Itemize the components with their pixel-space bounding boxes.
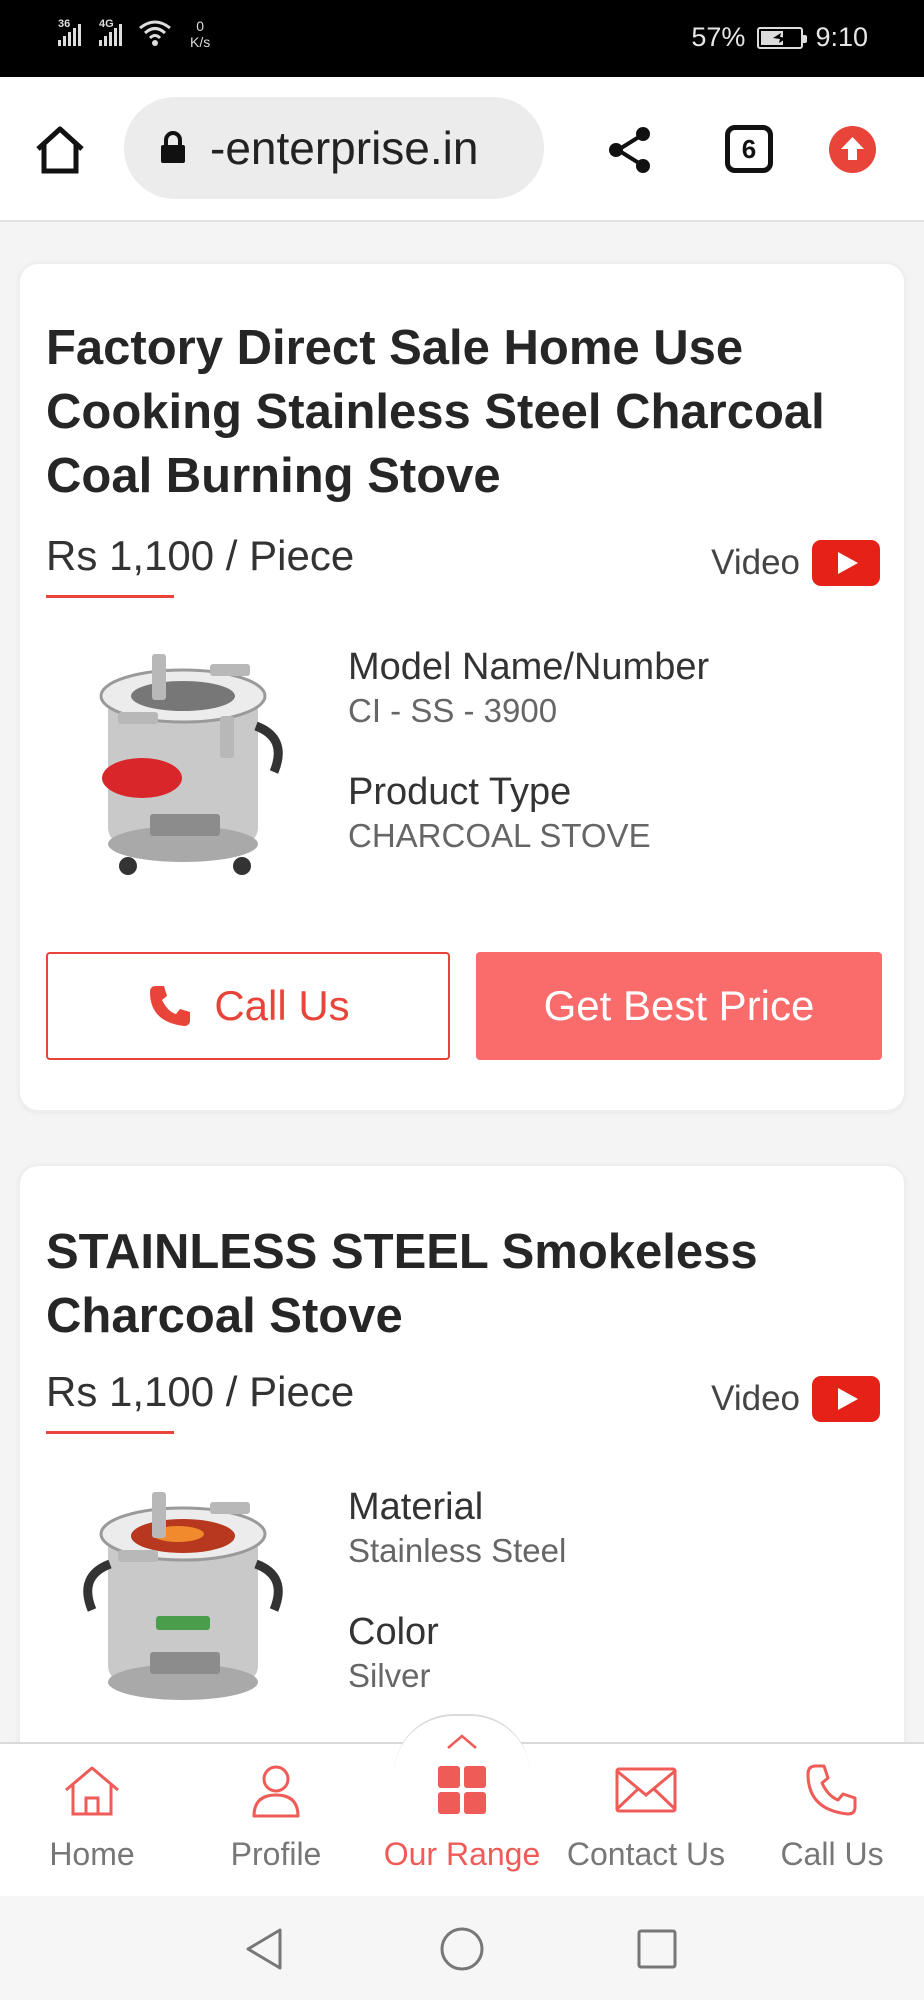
- youtube-icon: [812, 540, 880, 586]
- bottom-navigation: Home Profile Our Range Contact Us Call U…: [0, 1714, 924, 1896]
- phone-icon: [806, 1764, 857, 1816]
- charging-bolt-icon: [773, 32, 788, 43]
- video-label: Video: [711, 1379, 800, 1418]
- youtube-icon: [812, 1376, 880, 1422]
- video-label: Video: [711, 543, 800, 582]
- price-underline: [46, 1431, 174, 1434]
- nav-our-range[interactable]: Our Range: [372, 1762, 552, 1873]
- call-us-button[interactable]: Call Us: [46, 952, 450, 1060]
- address-bar[interactable]: -enterprise.in: [124, 97, 544, 199]
- mail-icon: [615, 1767, 677, 1813]
- nav-label: Call Us: [780, 1836, 884, 1872]
- lock-icon: [161, 131, 185, 163]
- price-underline: [46, 595, 174, 598]
- spec-value: Silver: [348, 1657, 431, 1694]
- grid-icon: [438, 1766, 486, 1814]
- nav-label: Home: [49, 1836, 135, 1872]
- spec-model: Model Name/Number CI - SS - 3900: [348, 644, 709, 732]
- spec-material: Material Stainless Steel: [348, 1484, 566, 1572]
- url-text[interactable]: -enterprise.in: [210, 121, 478, 175]
- nav-label: Profile: [230, 1836, 322, 1872]
- nav-contact-us[interactable]: Contact Us: [556, 1762, 736, 1873]
- status-right: 57% 9:10: [691, 22, 868, 53]
- spec-product-type: Product Type CHARCOAL STOVE: [348, 769, 651, 857]
- signal1-label: 36: [58, 18, 71, 30]
- nav-home[interactable]: Home: [2, 1762, 182, 1873]
- browser-toolbar: -enterprise.in 6: [0, 77, 924, 222]
- spec-value: CHARCOAL STOVE: [348, 817, 651, 854]
- tab-count: 6: [741, 133, 757, 164]
- spec-label: Color: [348, 1611, 439, 1653]
- speed-unit: K/s: [190, 34, 211, 50]
- video-link[interactable]: Video: [711, 1376, 880, 1422]
- clock: 9:10: [815, 22, 868, 52]
- video-link[interactable]: Video: [711, 540, 880, 586]
- get-best-price-button[interactable]: Get Best Price: [476, 952, 882, 1060]
- signal2-label: 4G: [99, 18, 114, 30]
- spec-color: Color Silver: [348, 1609, 439, 1697]
- home-circle-icon[interactable]: [439, 1926, 485, 1972]
- product-price: Rs 1,100 / Piece: [46, 532, 355, 579]
- product-price: Rs 1,100 / Piece: [46, 1368, 355, 1415]
- product-image[interactable]: [70, 646, 320, 896]
- chevron-up-icon: [447, 1734, 477, 1749]
- back-icon[interactable]: [242, 1926, 286, 1972]
- wifi-icon: [139, 20, 171, 46]
- tabs-icon[interactable]: 6: [725, 125, 773, 173]
- spec-label: Product Type: [348, 771, 572, 813]
- nav-call-us[interactable]: Call Us: [742, 1762, 922, 1873]
- recent-apps-icon[interactable]: [636, 1928, 678, 1970]
- speed-value: 0: [196, 18, 205, 34]
- arrow-up-icon: [841, 137, 864, 160]
- status-left: 36 4G 0 K/s: [58, 18, 210, 50]
- product-title[interactable]: STAINLESS STEEL Smokeless Charcoal Stove: [46, 1220, 878, 1348]
- nav-label: Contact Us: [566, 1836, 726, 1872]
- spec-value: Stainless Steel: [348, 1532, 567, 1569]
- spec-value: CI - SS - 3900: [348, 692, 558, 729]
- share-icon[interactable]: [606, 125, 654, 175]
- battery-percent: 57%: [691, 22, 746, 52]
- call-us-label: Call Us: [214, 982, 350, 1029]
- product-card[interactable]: Factory Direct Sale Home Use Cooking Sta…: [18, 262, 906, 1112]
- spec-label: Model Name/Number: [348, 646, 710, 688]
- product-image[interactable]: [70, 1484, 320, 1734]
- update-icon[interactable]: [829, 126, 876, 173]
- status-bar: 36 4G 0 K/s 57% 9:10: [0, 0, 924, 77]
- cell-signal-2-icon: 4G: [99, 18, 122, 46]
- spec-label: Material: [348, 1486, 484, 1528]
- home-icon[interactable]: [34, 125, 86, 175]
- nav-label: Our Range: [383, 1836, 541, 1872]
- system-navigation-bar: [0, 1896, 924, 2000]
- home-icon: [65, 1766, 119, 1816]
- phone-icon: [150, 986, 191, 1026]
- user-icon: [252, 1765, 300, 1818]
- cell-signal-1-icon: 36: [58, 18, 81, 46]
- product-title[interactable]: Factory Direct Sale Home Use Cooking Sta…: [46, 316, 878, 508]
- nav-profile[interactable]: Profile: [186, 1762, 366, 1873]
- battery-icon: [757, 26, 808, 49]
- network-speed: 0 K/s: [190, 18, 210, 50]
- get-best-price-label: Get Best Price: [543, 982, 815, 1029]
